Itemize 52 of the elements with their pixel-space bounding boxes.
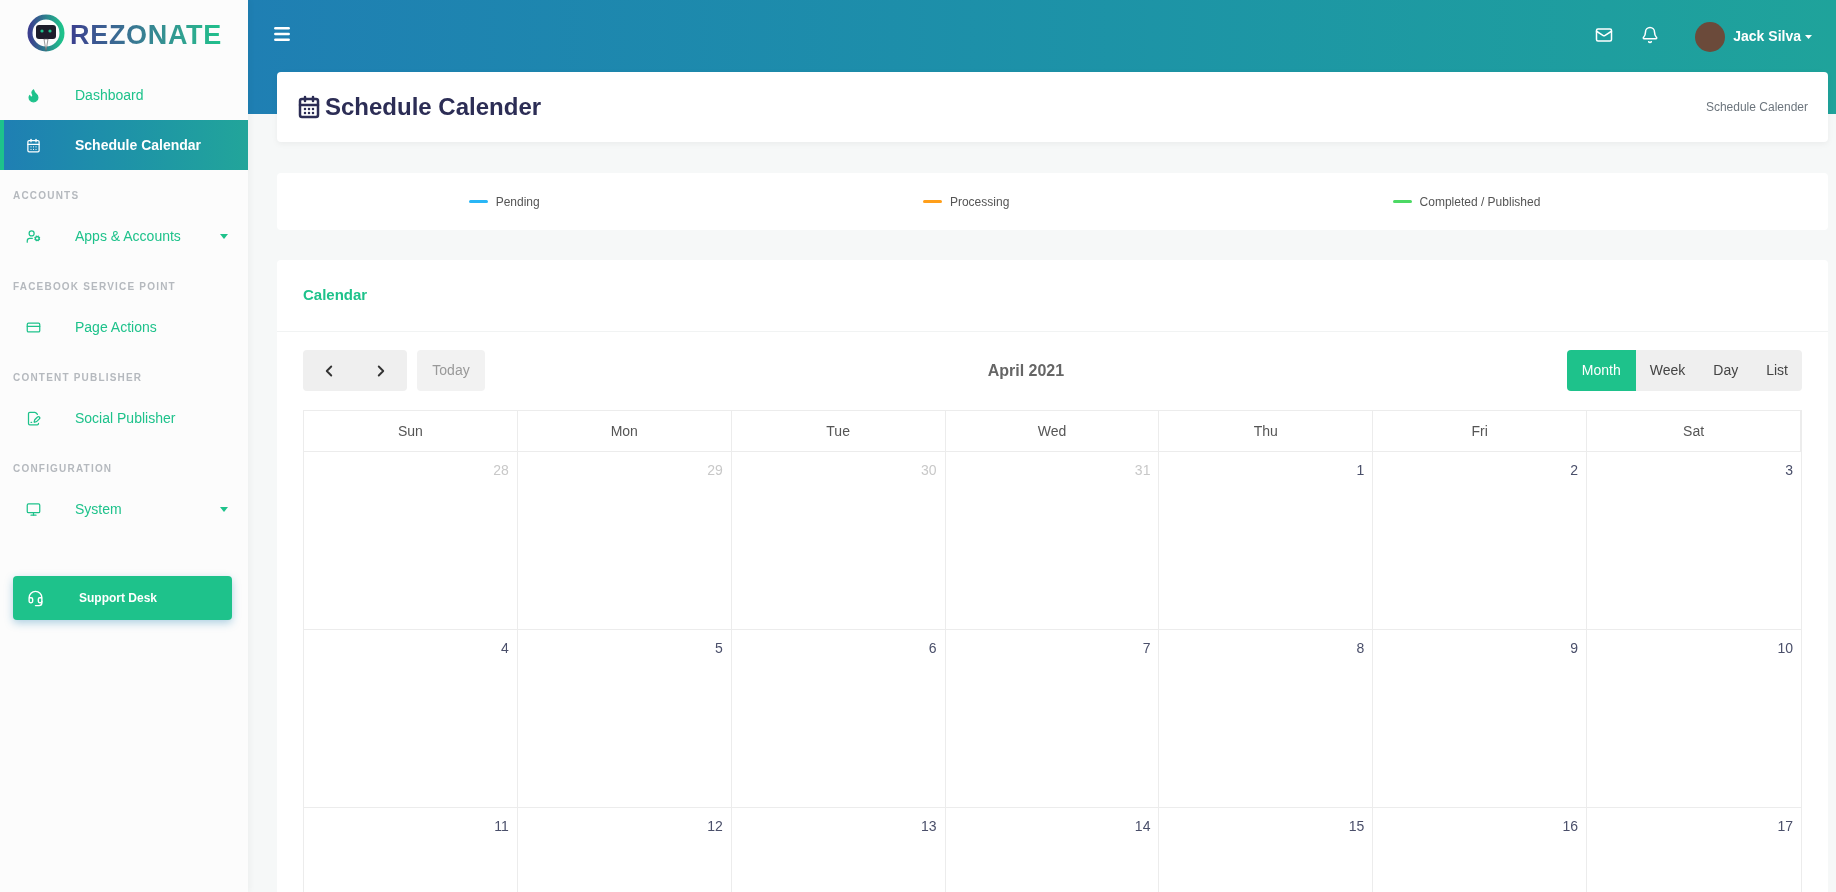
menu-button[interactable] — [272, 24, 292, 44]
mail-button[interactable] — [1595, 26, 1614, 44]
day-number[interactable]: 1 — [1356, 460, 1365, 481]
day-number[interactable]: 17 — [1777, 816, 1793, 837]
weekday-header: Mon — [610, 421, 638, 441]
day-number[interactable]: 4 — [501, 638, 509, 659]
view-tab[interactable]: Day — [1699, 350, 1753, 391]
weekday-header: Thu — [1253, 421, 1278, 441]
day-number[interactable]: 8 — [1356, 638, 1365, 659]
legend-label: Processing — [949, 193, 1010, 211]
calendar-icon — [297, 95, 321, 119]
day-number[interactable]: 11 — [494, 816, 509, 837]
day-number[interactable]: 6 — [928, 638, 937, 659]
day-number[interactable]: 15 — [1348, 816, 1365, 837]
calendar-month-title: April 2021 — [987, 361, 1065, 381]
view-tab[interactable]: Week — [1635, 350, 1700, 391]
page-title: Schedule Calender — [325, 92, 542, 122]
weekday-header: Tue — [826, 421, 850, 441]
card-icon — [26, 319, 41, 335]
card-title: Calendar — [303, 285, 368, 306]
day-number[interactable]: 9 — [1570, 638, 1579, 659]
day-number[interactable]: 13 — [921, 816, 937, 837]
weekday-header: Sat — [1683, 421, 1705, 441]
section-heading: FACEBOOK SERVICE POINT — [12, 280, 177, 294]
day-number[interactable]: 2 — [1570, 460, 1579, 481]
sidebar-item[interactable]: Schedule Calendar — [0, 120, 248, 170]
section-heading: ACCOUNTS — [12, 189, 81, 203]
user-gear-icon — [26, 228, 41, 244]
legend-label: Completed / Published — [1419, 193, 1541, 211]
weekday-header: Sun — [397, 421, 423, 441]
avatar — [1695, 22, 1726, 52]
day-number[interactable]: 16 — [1562, 816, 1579, 837]
day-number[interactable]: 7 — [1142, 638, 1151, 659]
legend-label: Pending — [495, 193, 540, 211]
caret-icon — [1805, 34, 1812, 39]
day-number[interactable]: 5 — [714, 638, 723, 659]
headset-icon — [27, 589, 44, 607]
day-number[interactable]: 12 — [707, 816, 723, 837]
document-pen-icon — [26, 410, 41, 426]
breadcrumb[interactable]: Schedule Calender — [1705, 98, 1808, 116]
notifications-button[interactable] — [1641, 26, 1660, 44]
day-number[interactable]: 14 — [1134, 816, 1151, 837]
weekday-header: Fri — [1471, 421, 1488, 441]
day-number[interactable]: 3 — [1785, 460, 1793, 481]
section-heading: CONTENT PUBLISHER — [12, 371, 144, 385]
calendar-icon — [26, 137, 41, 153]
flame-icon — [26, 87, 41, 103]
monitor-icon — [26, 501, 41, 517]
section-heading: CONFIGURATION — [12, 462, 114, 476]
day-number[interactable]: 10 — [1777, 638, 1793, 659]
view-tab[interactable]: List — [1752, 350, 1802, 391]
weekday-header: Wed — [1037, 421, 1067, 441]
